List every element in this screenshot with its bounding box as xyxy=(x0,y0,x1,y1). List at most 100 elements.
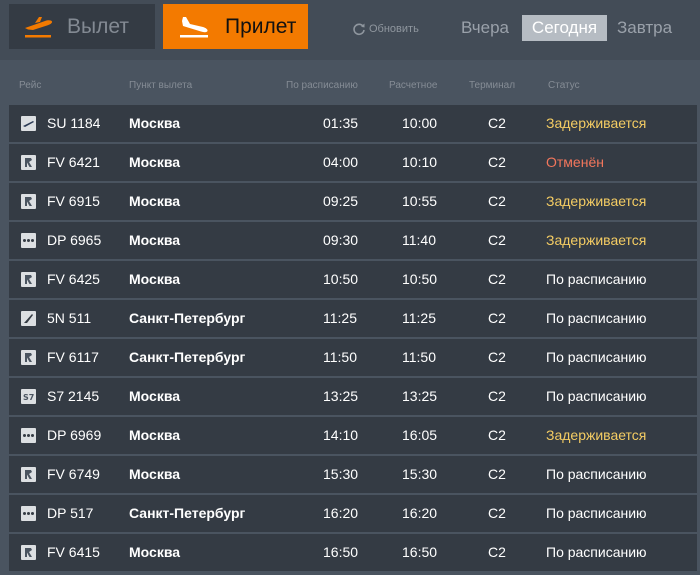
s7-logo-icon: S7 xyxy=(21,389,36,404)
origin-city: Санкт-Петербург xyxy=(129,349,246,365)
flight-number: FV 6415 xyxy=(47,544,100,560)
terminal: C2 xyxy=(488,505,506,521)
terminal: C2 xyxy=(488,232,506,248)
terminal: C2 xyxy=(488,388,506,404)
estimated-time: 16:50 xyxy=(402,544,438,560)
flight-status: Задерживается xyxy=(546,115,647,131)
origin-city: Москва xyxy=(129,115,181,131)
terminal: C2 xyxy=(488,154,506,170)
terminal: C2 xyxy=(488,427,506,443)
scheduled-time: 01:35 xyxy=(323,115,359,131)
origin-city: Москва xyxy=(129,154,181,170)
scheduled-time: 13:25 xyxy=(323,388,359,404)
origin-city: Москва xyxy=(129,232,181,248)
origin-city: Москва xyxy=(129,388,181,404)
table-row[interactable]: DP 517 Санкт-Петербург 16:20 16:20 C2 По… xyxy=(9,495,697,532)
table-row[interactable]: FV 6415 Москва 16:50 16:50 C2 По расписа… xyxy=(9,534,697,571)
table-row[interactable]: SU 1184 Москва 01:35 10:00 C2 Задерживае… xyxy=(9,105,697,142)
arrivals-label: Прилет xyxy=(225,14,297,38)
aeroflot-logo-icon xyxy=(21,116,36,131)
flight-number: S7 2145 xyxy=(47,388,100,404)
scheduled-time: 15:30 xyxy=(323,466,359,482)
scheduled-time: 11:25 xyxy=(323,310,357,326)
scheduled-time: 11:50 xyxy=(323,349,357,365)
terminal: C2 xyxy=(488,310,506,326)
origin-city: Санкт-Петербург xyxy=(129,505,246,521)
flight-number: FV 6749 xyxy=(47,466,100,482)
pobeda-logo-icon xyxy=(21,428,36,443)
plane-landing-icon xyxy=(180,16,208,37)
estimated-time: 11:25 xyxy=(402,310,436,326)
table-row[interactable]: 5N 511 Санкт-Петербург 11:25 11:25 C2 По… xyxy=(9,300,697,337)
flight-status: По расписанию xyxy=(546,505,647,521)
table-row[interactable]: DP 6965 Москва 09:30 11:40 C2 Задерживае… xyxy=(9,222,697,259)
origin-city: Москва xyxy=(129,427,181,443)
refresh-button[interactable]: Обновить xyxy=(352,20,419,38)
plane-takeoff-icon xyxy=(25,16,53,37)
flight-number: DP 6965 xyxy=(47,232,102,248)
scheduled-time: 16:20 xyxy=(323,505,359,521)
flight-number: 5N 511 xyxy=(47,310,92,326)
rossiya-logo-icon xyxy=(21,545,36,560)
terminal: C2 xyxy=(488,466,506,482)
nordwind-logo-icon xyxy=(21,311,36,326)
table-row[interactable]: FV 6421 Москва 04:00 10:10 C2 Отменён xyxy=(9,144,697,181)
rossiya-logo-icon xyxy=(21,350,36,365)
svg-text:S7: S7 xyxy=(23,393,34,402)
column-header-estimated: Расчетное xyxy=(389,80,438,91)
table-row[interactable]: FV 6117 Санкт-Петербург 11:50 11:50 C2 П… xyxy=(9,339,697,376)
estimated-time: 10:10 xyxy=(402,154,438,170)
terminal: C2 xyxy=(488,193,506,209)
arrivals-tab[interactable]: Прилет xyxy=(163,4,308,49)
estimated-time: 11:40 xyxy=(402,232,436,248)
refresh-label: Обновить xyxy=(369,23,419,35)
scheduled-time: 09:25 xyxy=(323,193,359,209)
terminal: C2 xyxy=(488,115,506,131)
table-row[interactable]: S7 S7 2145 Москва 13:25 13:25 C2 По расп… xyxy=(9,378,697,415)
flight-status: По расписанию xyxy=(546,310,647,326)
estimated-time: 13:25 xyxy=(402,388,438,404)
origin-city: Москва xyxy=(129,466,181,482)
origin-city: Москва xyxy=(129,544,181,560)
origin-city: Москва xyxy=(129,193,181,209)
departures-tab[interactable]: Вылет xyxy=(9,4,155,49)
table-header: Рейс Пункт вылета По расписанию Расчетно… xyxy=(0,80,700,96)
flight-number: FV 6421 xyxy=(47,154,100,170)
flights-table: SU 1184 Москва 01:35 10:00 C2 Задерживае… xyxy=(9,105,697,573)
flight-status: По расписанию xyxy=(546,466,647,482)
pobeda-logo-icon xyxy=(21,233,36,248)
flight-status: Задерживается xyxy=(546,193,647,209)
rossiya-logo-icon xyxy=(21,155,36,170)
day-yesterday[interactable]: Вчера xyxy=(461,15,509,41)
column-header-scheduled: По расписанию xyxy=(286,80,358,91)
day-today[interactable]: Сегодня xyxy=(522,15,607,41)
estimated-time: 10:50 xyxy=(402,271,438,287)
estimated-time: 10:00 xyxy=(402,115,438,131)
flight-status: Отменён xyxy=(546,154,604,170)
flight-status: Задерживается xyxy=(546,427,647,443)
scheduled-time: 16:50 xyxy=(323,544,359,560)
terminal: C2 xyxy=(488,349,506,365)
origin-city: Санкт-Петербург xyxy=(129,310,246,326)
flight-number: DP 517 xyxy=(47,505,94,521)
table-row[interactable]: DP 6969 Москва 14:10 16:05 C2 Задерживае… xyxy=(9,417,697,454)
flight-status: По расписанию xyxy=(546,349,647,365)
table-row[interactable]: FV 6915 Москва 09:25 10:55 C2 Задерживае… xyxy=(9,183,697,220)
estimated-time: 16:20 xyxy=(402,505,438,521)
rossiya-logo-icon xyxy=(21,272,36,287)
column-header-origin: Пункт вылета xyxy=(129,80,193,91)
table-row[interactable]: FV 6425 Москва 10:50 10:50 C2 По расписа… xyxy=(9,261,697,298)
flight-number: FV 6117 xyxy=(47,349,99,365)
departures-label: Вылет xyxy=(67,14,129,38)
terminal: C2 xyxy=(488,271,506,287)
flight-number: FV 6915 xyxy=(47,193,100,209)
flight-status: По расписанию xyxy=(546,544,647,560)
scheduled-time: 10:50 xyxy=(323,271,359,287)
estimated-time: 15:30 xyxy=(402,466,438,482)
flight-status: По расписанию xyxy=(546,271,647,287)
table-row[interactable]: FV 6749 Москва 15:30 15:30 C2 По расписа… xyxy=(9,456,697,493)
scheduled-time: 14:10 xyxy=(323,427,359,443)
day-tomorrow[interactable]: Завтра xyxy=(617,15,672,41)
flight-number: FV 6425 xyxy=(47,271,100,287)
origin-city: Москва xyxy=(129,271,181,287)
